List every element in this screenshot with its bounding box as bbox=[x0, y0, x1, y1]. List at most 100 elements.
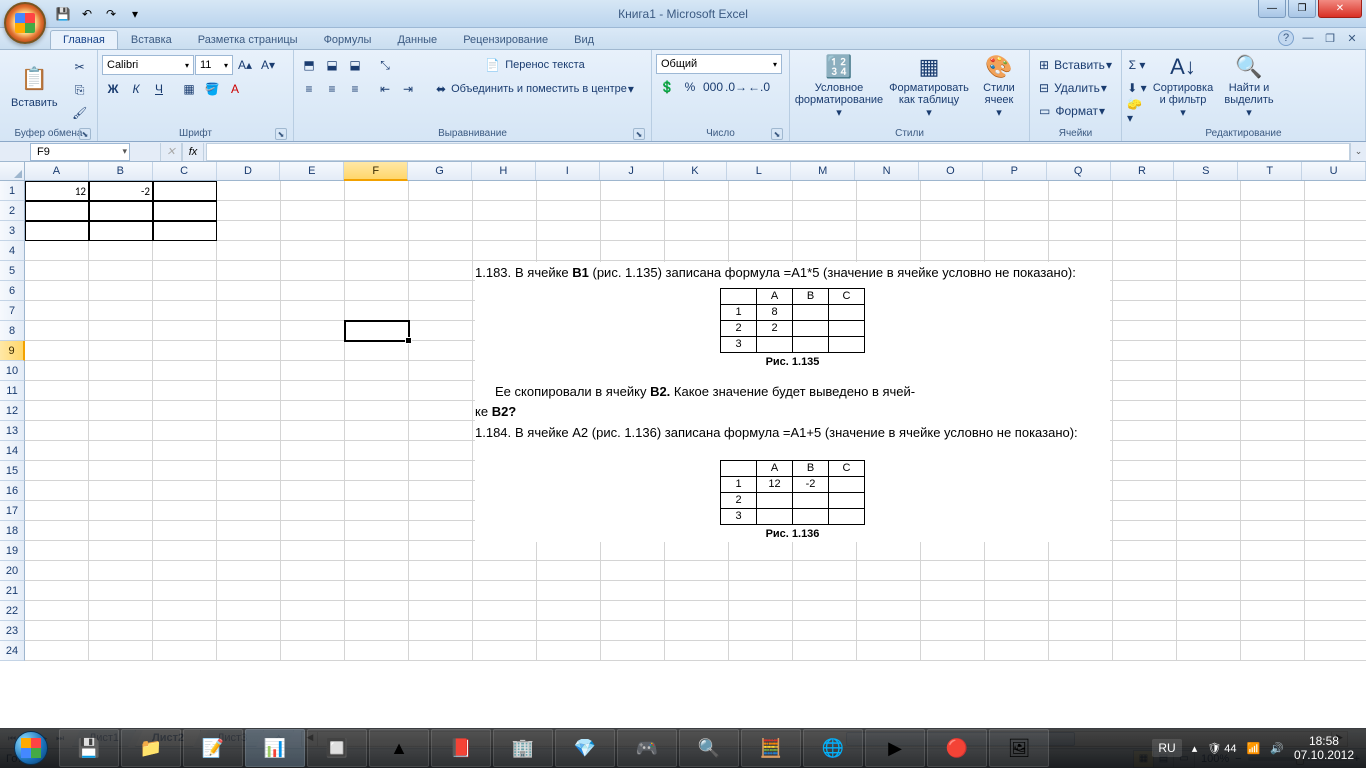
cell[interactable] bbox=[793, 181, 857, 201]
cell[interactable] bbox=[1241, 581, 1305, 601]
cell[interactable] bbox=[1305, 421, 1366, 441]
cell[interactable] bbox=[25, 641, 89, 661]
cell[interactable] bbox=[1241, 361, 1305, 381]
doc-restore-icon[interactable]: ❐ bbox=[1322, 30, 1338, 46]
cell[interactable] bbox=[409, 501, 473, 521]
taskbar-item[interactable]: 🧮 bbox=[741, 729, 801, 767]
cell[interactable] bbox=[345, 181, 409, 201]
cell[interactable] bbox=[345, 261, 409, 281]
cell[interactable] bbox=[25, 621, 89, 641]
cell[interactable] bbox=[409, 481, 473, 501]
cell[interactable] bbox=[89, 481, 153, 501]
cell[interactable] bbox=[1049, 561, 1113, 581]
cell[interactable] bbox=[473, 601, 537, 621]
cell[interactable] bbox=[473, 181, 537, 201]
cell[interactable] bbox=[985, 561, 1049, 581]
cell[interactable] bbox=[1241, 301, 1305, 321]
tray-battery-icon[interactable]: 🛡 44 bbox=[1207, 742, 1236, 755]
cell[interactable] bbox=[1177, 441, 1241, 461]
cell[interactable] bbox=[409, 181, 473, 201]
cell[interactable] bbox=[921, 561, 985, 581]
cell[interactable] bbox=[1305, 361, 1366, 381]
wrap-text-button[interactable]: 📄 Перенос текста bbox=[431, 54, 639, 76]
cell[interactable] bbox=[217, 261, 281, 281]
ribbon-minimize-icon[interactable]: — bbox=[1300, 30, 1316, 46]
cell[interactable] bbox=[1241, 601, 1305, 621]
clipboard-launcher-icon[interactable]: ⬊ bbox=[79, 128, 91, 140]
fx-button[interactable]: fx bbox=[182, 143, 204, 161]
cell[interactable] bbox=[857, 181, 921, 201]
cell[interactable] bbox=[729, 561, 793, 581]
cell[interactable] bbox=[1113, 461, 1177, 481]
cell[interactable] bbox=[985, 201, 1049, 221]
decrease-font-icon[interactable]: A▾ bbox=[257, 54, 279, 76]
align-right-icon[interactable]: ≡ bbox=[344, 78, 366, 100]
cell[interactable] bbox=[1241, 181, 1305, 201]
cell[interactable] bbox=[153, 581, 217, 601]
formula-input[interactable] bbox=[206, 143, 1350, 161]
cell[interactable] bbox=[1177, 421, 1241, 441]
cell[interactable] bbox=[1049, 541, 1113, 561]
align-top-icon[interactable]: ⬒ bbox=[298, 54, 320, 76]
cell[interactable] bbox=[153, 221, 217, 241]
cell[interactable] bbox=[25, 521, 89, 541]
cell[interactable] bbox=[89, 441, 153, 461]
cell[interactable] bbox=[729, 181, 793, 201]
cell[interactable] bbox=[409, 321, 473, 341]
cell[interactable] bbox=[601, 601, 665, 621]
cell[interactable] bbox=[1049, 621, 1113, 641]
cell[interactable] bbox=[1305, 181, 1366, 201]
cell[interactable] bbox=[153, 601, 217, 621]
cell[interactable] bbox=[921, 241, 985, 261]
cell[interactable] bbox=[89, 201, 153, 221]
cell[interactable] bbox=[665, 181, 729, 201]
cell[interactable] bbox=[281, 541, 345, 561]
row-header[interactable]: 16 bbox=[0, 481, 25, 501]
cell[interactable] bbox=[793, 541, 857, 561]
cell[interactable] bbox=[857, 201, 921, 221]
cell[interactable] bbox=[89, 361, 153, 381]
column-header[interactable]: P bbox=[983, 162, 1047, 180]
cell[interactable] bbox=[1241, 241, 1305, 261]
cancel-icon[interactable]: ✕ bbox=[160, 143, 182, 161]
orientation-icon[interactable]: ⤡ bbox=[374, 54, 396, 76]
cell[interactable] bbox=[1177, 561, 1241, 581]
cell[interactable] bbox=[25, 361, 89, 381]
taskbar-item[interactable]: 🔍 bbox=[679, 729, 739, 767]
cell[interactable] bbox=[857, 221, 921, 241]
cell[interactable] bbox=[25, 221, 89, 241]
column-header[interactable]: U bbox=[1302, 162, 1366, 180]
cell[interactable] bbox=[409, 201, 473, 221]
cell[interactable] bbox=[601, 221, 665, 241]
cell[interactable] bbox=[409, 281, 473, 301]
cell[interactable] bbox=[409, 261, 473, 281]
cell[interactable] bbox=[217, 481, 281, 501]
cell[interactable] bbox=[793, 601, 857, 621]
cell[interactable] bbox=[1113, 221, 1177, 241]
cell[interactable] bbox=[1305, 601, 1366, 621]
cell[interactable] bbox=[1113, 301, 1177, 321]
paste-button[interactable]: 📋 Вставить bbox=[4, 52, 65, 120]
tab-home[interactable]: Главная bbox=[50, 30, 118, 49]
cell[interactable] bbox=[345, 301, 409, 321]
copy-button[interactable]: ⎘ bbox=[69, 79, 91, 101]
cell[interactable] bbox=[1305, 401, 1366, 421]
column-header[interactable]: B bbox=[89, 162, 153, 180]
cell[interactable] bbox=[409, 221, 473, 241]
cell[interactable] bbox=[153, 521, 217, 541]
comma-icon[interactable]: 000 bbox=[702, 76, 724, 98]
cell[interactable] bbox=[729, 581, 793, 601]
row-header[interactable]: 17 bbox=[0, 501, 25, 521]
cell[interactable] bbox=[281, 621, 345, 641]
decrease-indent-icon[interactable]: ⇤ bbox=[374, 78, 396, 100]
cell[interactable] bbox=[281, 321, 345, 341]
align-launcher-icon[interactable]: ⬊ bbox=[633, 128, 645, 140]
align-middle-icon[interactable]: ⬓ bbox=[321, 54, 343, 76]
cell[interactable] bbox=[89, 221, 153, 241]
tray-clock[interactable]: 18:58 07.10.2012 bbox=[1294, 734, 1354, 763]
tab-formulas[interactable]: Формулы bbox=[311, 30, 385, 49]
cell[interactable] bbox=[345, 641, 409, 661]
cell[interactable] bbox=[89, 301, 153, 321]
cell[interactable] bbox=[1177, 621, 1241, 641]
cell[interactable] bbox=[345, 421, 409, 441]
